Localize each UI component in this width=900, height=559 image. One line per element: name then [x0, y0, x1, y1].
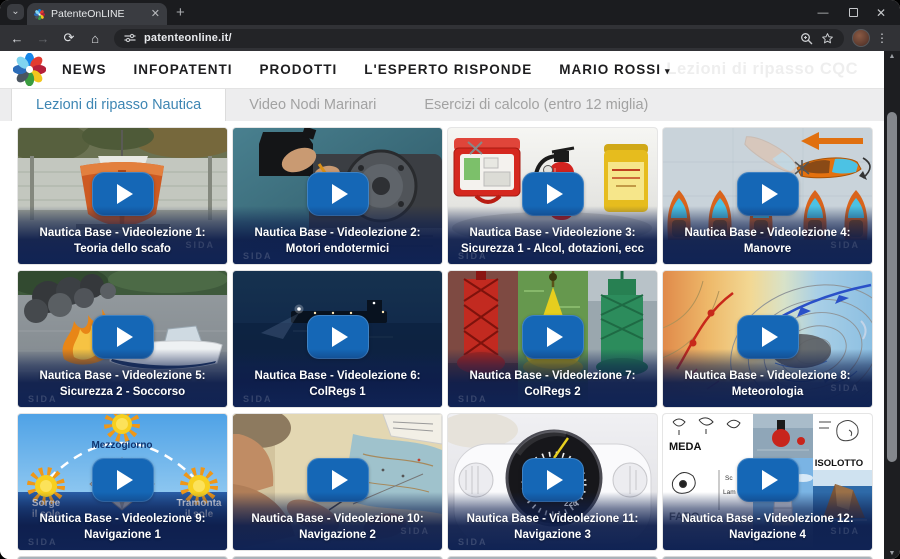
- video-card-11[interactable]: 240 220 Nautica Base - Videolezione 11:N…: [448, 414, 657, 550]
- video-caption: Nautica Base - Videolezione 12:Navigazio…: [663, 492, 872, 550]
- svg-text:Sc: Sc: [725, 475, 733, 482]
- sida-watermark: SIDA: [243, 394, 273, 404]
- browser-menu-button[interactable]: ⋮: [872, 31, 892, 45]
- video-card-3[interactable]: Nautica Base - Videolezione 3:Sicurezza …: [448, 128, 657, 264]
- video-card-5[interactable]: Nautica Base - Videolezione 5:Sicurezza …: [18, 271, 227, 407]
- minimize-button[interactable]: —: [806, 0, 840, 25]
- video-card-1[interactable]: Nautica Base - Videolezione 1:Teoria del…: [18, 128, 227, 264]
- main-navigation: NEWS INFOPATENTI PRODOTTI L'ESPERTO RISP…: [62, 51, 671, 88]
- svg-text:MEDA: MEDA: [669, 441, 701, 453]
- svg-text:Mezzogiorno: Mezzogiorno: [91, 440, 152, 451]
- video-card-9[interactable]: Mezzogiorno Sorge il sole Tramonta il so…: [18, 414, 227, 550]
- nav-item-infopatenti[interactable]: INFOPATENTI: [134, 62, 233, 77]
- site-header: NEWS INFOPATENTI PRODOTTI L'ESPERTO RISP…: [0, 51, 884, 88]
- profile-avatar[interactable]: [852, 29, 870, 47]
- new-tab-button[interactable]: +: [176, 5, 185, 20]
- content-tabs: Lezioni di ripasso Nautica Video Nodi Ma…: [0, 88, 884, 121]
- sida-watermark: SIDA: [458, 394, 488, 404]
- user-menu[interactable]: MARIO ROSSI ▾: [559, 62, 670, 77]
- nav-item-prodotti[interactable]: PRODOTTI: [260, 62, 338, 77]
- back-button[interactable]: ←: [4, 31, 30, 46]
- site-favicon: [34, 9, 45, 20]
- forward-button[interactable]: →: [30, 31, 56, 46]
- site-settings-icon[interactable]: [124, 32, 136, 44]
- tab-lezioni-nautica[interactable]: Lezioni di ripasso Nautica: [12, 89, 225, 121]
- close-window-button[interactable]: ✕: [864, 0, 898, 25]
- ghost-text: Lezioni di ripasso CQC: [666, 60, 858, 79]
- video-caption: Nautica Base - Videolezione 8:Meteorolog…: [663, 349, 872, 407]
- scroll-down-icon[interactable]: ▼: [884, 550, 900, 557]
- tab-search-button[interactable]: ⌄: [7, 4, 24, 20]
- video-card-12[interactable]: MEDA ISOLOTTO Sc Lam: [663, 414, 872, 550]
- sida-watermark: SIDA: [185, 240, 215, 250]
- browser-tab[interactable]: PatenteOnLINE ✕: [27, 3, 167, 25]
- caret-down-icon: ▾: [665, 66, 671, 76]
- sida-watermark: SIDA: [830, 526, 860, 536]
- sida-watermark: SIDA: [830, 383, 860, 393]
- sida-watermark: SIDA: [28, 394, 58, 404]
- svg-text:ISOLOTTO: ISOLOTTO: [815, 458, 863, 469]
- video-card-7[interactable]: Nautica Base - Videolezione 7:ColRegs 2 …: [448, 271, 657, 407]
- scrollbar-thumb[interactable]: [887, 112, 897, 462]
- home-button[interactable]: ⌂: [82, 31, 108, 46]
- video-card-6[interactable]: Nautica Base - Videolezione 6:ColRegs 1 …: [233, 271, 442, 407]
- video-caption: Nautica Base - Videolezione 1:Teoria del…: [18, 206, 227, 264]
- sida-watermark: SIDA: [243, 251, 273, 261]
- sida-watermark: SIDA: [400, 526, 430, 536]
- reload-button[interactable]: ⟳: [56, 30, 82, 46]
- video-grid: Nautica Base - Videolezione 1:Teoria del…: [18, 128, 872, 559]
- scroll-up-icon[interactable]: ▲: [884, 53, 900, 60]
- user-menu-label: MARIO ROSSI: [559, 62, 661, 77]
- address-bar[interactable]: patenteonline.it/: [114, 29, 844, 48]
- video-card-2[interactable]: Nautica Base - Videolezione 2:Motori end…: [233, 128, 442, 264]
- maximize-icon: [849, 8, 858, 17]
- sida-watermark: SIDA: [458, 251, 488, 261]
- browser-tab-strip: ⌄ PatenteOnLINE ✕ + — ✕: [0, 0, 900, 25]
- tab-video-nodi[interactable]: Video Nodi Marinari: [225, 89, 400, 121]
- nav-item-esperto[interactable]: L'ESPERTO RISPONDE: [364, 62, 532, 77]
- site-logo[interactable]: [13, 53, 46, 91]
- chevron-down-icon: ⌄: [11, 6, 19, 17]
- sida-watermark: SIDA: [458, 537, 488, 547]
- video-card-10[interactable]: Nautica Base - Videolezione 10:Navigazio…: [233, 414, 442, 550]
- nav-item-news[interactable]: NEWS: [62, 62, 107, 77]
- tab-esercizi-calcolo[interactable]: Esercizi di calcolo (entro 12 miglia): [400, 89, 672, 121]
- browser-toolbar: ← → ⟳ ⌂ patenteonline.it/ ⋮: [0, 25, 900, 51]
- browser-window: ⌄ PatenteOnLINE ✕ + — ✕: [0, 0, 900, 559]
- bookmark-star-icon[interactable]: [821, 32, 834, 45]
- video-caption: Nautica Base - Videolezione 4:Manovre: [663, 206, 872, 264]
- video-card-4[interactable]: Nautica Base - Videolezione 4:Manovre SI…: [663, 128, 872, 264]
- sida-watermark: SIDA: [830, 240, 860, 250]
- zoom-icon[interactable]: [800, 32, 813, 45]
- close-tab-icon[interactable]: ✕: [151, 9, 160, 20]
- sida-watermark: SIDA: [28, 537, 58, 547]
- video-card-8[interactable]: Nautica Base - Videolezione 8:Meteorolog…: [663, 271, 872, 407]
- video-caption: Nautica Base - Videolezione 10:Navigazio…: [233, 492, 442, 550]
- page-scrollbar[interactable]: ▲ ▼: [884, 51, 900, 559]
- tab-title: PatenteOnLINE: [51, 8, 145, 20]
- url-text: patenteonline.it/: [144, 32, 232, 44]
- web-page: NEWS INFOPATENTI PRODOTTI L'ESPERTO RISP…: [0, 51, 900, 559]
